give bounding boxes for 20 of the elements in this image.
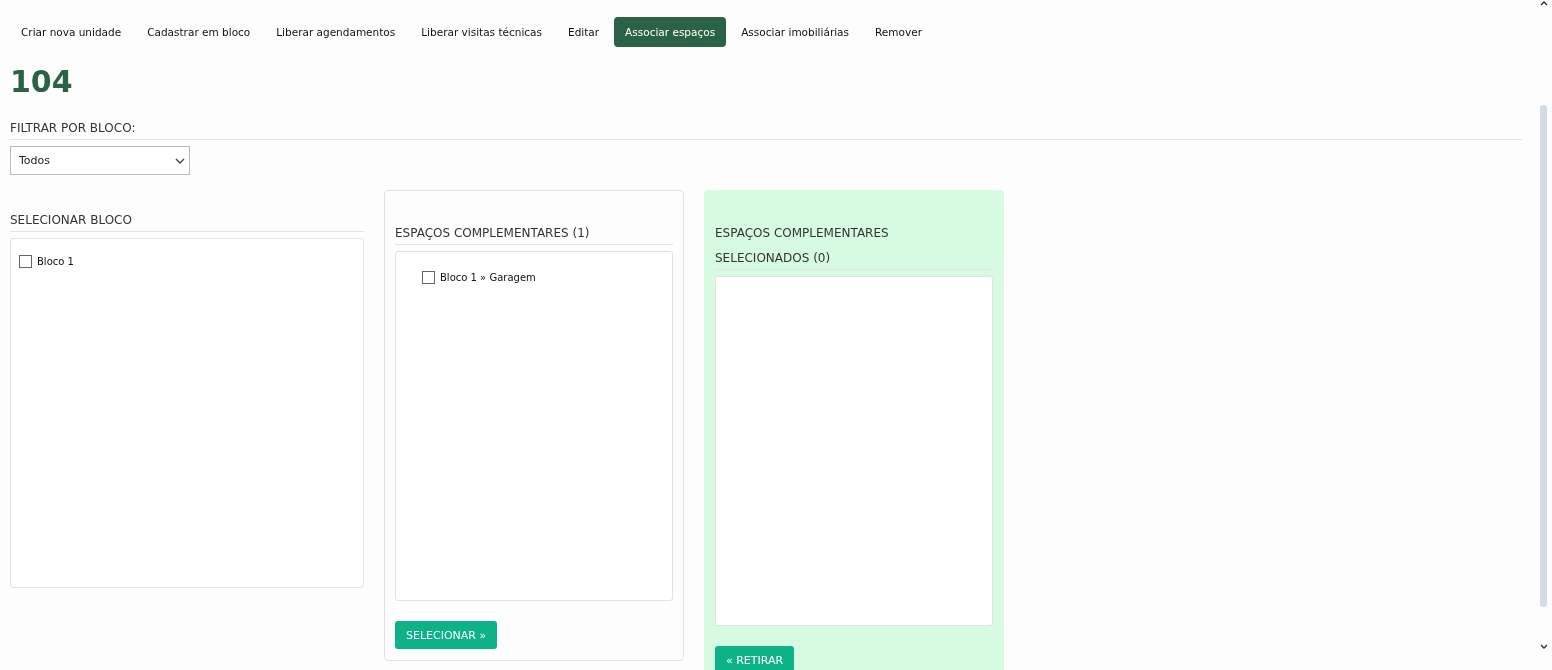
section-heading: SELECIONAR BLOCO: [10, 213, 133, 227]
tab[interactable]: Liberar visitas técnicas: [410, 17, 553, 47]
block-select[interactable]: Todos: [10, 146, 190, 175]
section-heading: SELECIONADOS (0): [715, 251, 832, 265]
tab[interactable]: Criar nova unidade: [10, 17, 133, 47]
tab[interactable]: Associar imobiliárias: [730, 17, 861, 47]
item-label: Bloco 1: [37, 256, 74, 267]
tab[interactable]: Cadastrar em bloco: [136, 17, 262, 47]
tab[interactable]: Associar espaços: [614, 17, 727, 47]
tab[interactable]: Liberar agendamentos: [265, 17, 407, 47]
tab[interactable]: Editar: [557, 17, 611, 47]
chevron-down-icon: [175, 157, 185, 164]
checkbox[interactable]: [422, 271, 435, 284]
section-heading: ESPAÇOS COMPLEMENTARES: [715, 226, 890, 240]
section-heading: ESPAÇOS COMPLEMENTARES (1): [395, 226, 591, 240]
item-label: Bloco 1 » Garagem: [440, 272, 536, 283]
tab[interactable]: Remover: [864, 17, 933, 47]
page-title: 104: [10, 63, 74, 101]
filter-label: FILTRAR POR BLOCO:: [10, 121, 1522, 140]
checkbox[interactable]: [19, 255, 32, 268]
